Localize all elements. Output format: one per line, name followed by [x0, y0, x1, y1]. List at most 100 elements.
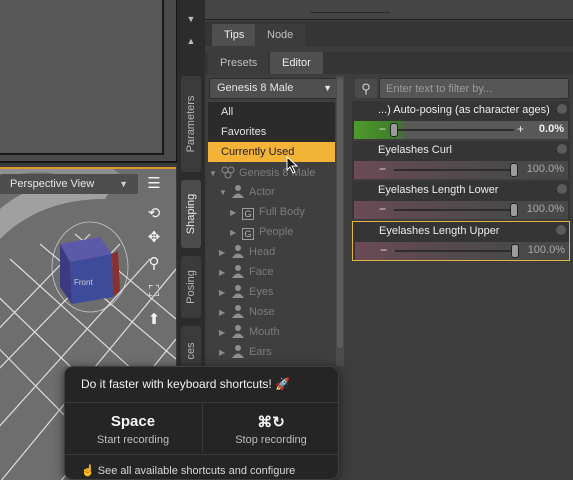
slider-track[interactable]	[394, 209, 514, 211]
cube-face-label: Front	[74, 278, 93, 287]
expand-arrow-icon: ▼	[219, 188, 227, 197]
tab-editor-label: Editor	[282, 57, 311, 69]
tree-item-head[interactable]: ▶ Head	[219, 242, 275, 262]
property-label: ...) Auto-posing (as character ages)	[378, 104, 550, 116]
stop-recording-caption: Stop recording	[235, 434, 307, 446]
decrement-icon[interactable]: −	[379, 121, 386, 137]
tab-editor[interactable]: Editor	[270, 52, 323, 74]
start-recording-caption: Start recording	[96, 434, 170, 446]
tree-item-label: Nose	[249, 306, 275, 318]
menu-item-label: All	[221, 106, 234, 118]
property-slider[interactable]: − + 0.0%	[354, 121, 568, 139]
tab-scroll-up-icon[interactable]: ▲	[184, 36, 198, 46]
slider-track[interactable]	[394, 129, 514, 131]
expand-arrow-icon: ▶	[219, 248, 226, 257]
property-value[interactable]: 100.0%	[527, 163, 564, 175]
expand-arrow-icon: ▶	[219, 348, 226, 357]
menu-item-label: Favorites	[221, 126, 267, 138]
person-icon	[231, 184, 245, 198]
menu-item-all[interactable]: All	[208, 102, 335, 122]
tree-item-label: Mouth	[249, 326, 280, 338]
property-slider[interactable]: − 100.0%	[354, 201, 568, 219]
mouse-cursor-icon	[286, 155, 300, 174]
property-eyelashes-length-upper[interactable]: Eyelashes Length Upper − 100.0%	[352, 221, 570, 261]
search-icon[interactable]: ⚲	[355, 79, 377, 98]
view-select[interactable]: Perspective View ▼	[0, 174, 138, 194]
property-value[interactable]: 0.0%	[539, 123, 564, 135]
tab-posing[interactable]: Posing	[181, 256, 201, 318]
stop-recording-shortcut[interactable]: ⌘↻ Stop recording	[203, 403, 339, 453]
tree-scrollbar-thumb[interactable]	[337, 78, 343, 348]
tab-surfaces-label: ces	[185, 342, 197, 360]
tree-item-label: Face	[249, 266, 274, 278]
property-label: Eyelashes Length Upper	[379, 225, 500, 237]
tree-item-label: Eyes	[249, 286, 274, 298]
tab-tips-label: Tips	[224, 29, 245, 41]
view-select-label: Perspective View	[10, 178, 95, 190]
frame-icon[interactable]: ⛶	[143, 281, 165, 303]
person-icon	[231, 324, 245, 338]
figure-select[interactable]: Genesis 8 Male ▼	[209, 78, 341, 99]
menu-lines-icon[interactable]: ☰	[143, 173, 165, 195]
property-label: Eyelashes Curl	[378, 144, 452, 156]
header-divider	[310, 12, 390, 17]
filter-input[interactable]	[379, 78, 569, 99]
upper-viewport	[0, 0, 178, 163]
tab-node-label: Node	[267, 29, 294, 41]
tab-node[interactable]: Node	[255, 24, 306, 46]
tree-item-label: Genesis 8 Male	[239, 167, 316, 179]
menu-item-favorites[interactable]: Favorites	[208, 122, 335, 142]
tree-item-actor[interactable]: ▼ Actor	[219, 182, 275, 202]
tree-item-face[interactable]: ▶ Face	[219, 262, 273, 282]
slider-knob[interactable]	[510, 203, 518, 217]
tree-item-eyes[interactable]: ▶ Eyes	[219, 282, 273, 302]
slider-knob[interactable]	[511, 244, 519, 258]
gear-icon[interactable]	[557, 144, 567, 154]
decrement-icon[interactable]: −	[380, 242, 387, 258]
decrement-icon[interactable]: −	[379, 161, 386, 177]
divider	[65, 454, 338, 455]
shortcuts-popup: Do it faster with keyboard shortcuts! 🚀 …	[64, 366, 339, 480]
property-auto-posing: ...) Auto-posing (as character ages) − +…	[352, 101, 570, 139]
property-slider[interactable]: − 100.0%	[355, 242, 569, 260]
slider-knob[interactable]	[390, 123, 398, 137]
up-arrow-icon[interactable]: ⬆	[143, 309, 165, 331]
tree-item-label: Ears	[249, 346, 272, 358]
slider-knob[interactable]	[510, 163, 518, 177]
menu-item-currently-used[interactable]: Currently Used	[208, 142, 335, 162]
gear-icon[interactable]	[557, 184, 567, 194]
orbit-icon[interactable]: ⟲	[143, 203, 165, 225]
gear-icon[interactable]	[557, 104, 567, 114]
tree-item-label: Head	[249, 246, 276, 258]
decrement-icon[interactable]: −	[379, 201, 386, 217]
tab-parameters[interactable]: Parameters	[181, 76, 201, 172]
increment-icon[interactable]: +	[517, 121, 524, 137]
tree-item-label: Actor	[249, 186, 275, 198]
tab-posing-label: Posing	[185, 270, 197, 304]
gear-icon[interactable]	[556, 225, 566, 235]
slider-track[interactable]	[394, 169, 514, 171]
zoom-icon[interactable]: ⚲	[143, 253, 165, 275]
property-slider[interactable]: − 100.0%	[354, 161, 568, 179]
tab-scroll-down-icon[interactable]: ▼	[184, 14, 198, 24]
upper-viewport-canvas[interactable]	[0, 0, 164, 155]
property-value[interactable]: 100.0%	[528, 244, 565, 256]
panel-header-strip	[205, 0, 573, 20]
tree-item-mouth[interactable]: ▶ Mouth	[219, 322, 280, 342]
menu-item-label: Currently Used	[221, 146, 295, 158]
chevron-down-icon: ▼	[323, 83, 332, 93]
popup-title: Do it faster with keyboard shortcuts! 🚀	[81, 377, 291, 391]
tab-presets[interactable]: Presets	[208, 52, 268, 74]
slider-track[interactable]	[395, 250, 515, 252]
tree-item-people[interactable]: ▶ G People	[230, 222, 293, 242]
shortcuts-footer-link[interactable]: ☝ See all available shortcuts and config…	[81, 464, 295, 477]
tree-item-full-body[interactable]: ▶ G Full Body	[230, 202, 305, 222]
property-label: Eyelashes Length Lower	[378, 184, 499, 196]
pan-icon[interactable]: ✥	[143, 227, 165, 249]
tree-item-nose[interactable]: ▶ Nose	[219, 302, 275, 322]
property-value[interactable]: 100.0%	[527, 203, 564, 215]
tab-tips[interactable]: Tips	[212, 24, 257, 46]
start-recording-shortcut[interactable]: Space Start recording	[65, 403, 201, 453]
tab-shaping[interactable]: Shaping	[181, 180, 201, 248]
tree-item-ears[interactable]: ▶ Ears	[219, 342, 272, 362]
